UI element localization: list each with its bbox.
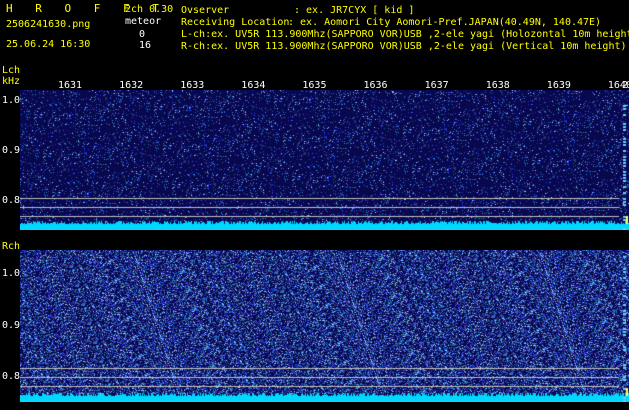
lch-label: Lch — [2, 65, 21, 76]
datetime: 25.06.24 16:30 — [6, 39, 91, 50]
rch-tick-1.0: 1.0 — [2, 268, 21, 279]
lch-tick-1.0: 1.0 — [2, 95, 21, 106]
lch-tick-0.9: 0.9 — [2, 145, 21, 156]
rch-description: R-ch:ex. UV5R 113.900Mhz(SAPPORO VOR)USB… — [181, 41, 627, 52]
filename: 2506241630.png — [6, 19, 91, 30]
rch-label: Rch — [2, 241, 21, 252]
location-value: : ex. Aomori City Aomori-Pref.JAPAN(40.4… — [288, 17, 602, 28]
observer-value: : ex. JR7CYX [ kid ] — [294, 5, 415, 16]
rch-tick-0.9: 0.9 — [2, 320, 21, 331]
khz-label: kHz — [2, 76, 21, 87]
observer-label: Ovserver — [181, 5, 230, 16]
meteor-label: meteor — [125, 16, 162, 27]
lch-tick-0.8: 0.8 — [2, 195, 21, 206]
lch-description: L-ch:ex. UV5R 113.900Mhz(SAPPORO VOR)USB… — [181, 29, 629, 40]
channel-info: 2ch 0.30 — [125, 4, 174, 15]
rch-tick-0.8: 0.8 — [2, 371, 21, 382]
rch-waterfall — [20, 250, 629, 402]
lch-waterfall — [20, 90, 629, 230]
location-label: Receiving Location — [181, 17, 290, 28]
rch-meteor-count: 16 — [139, 40, 152, 51]
